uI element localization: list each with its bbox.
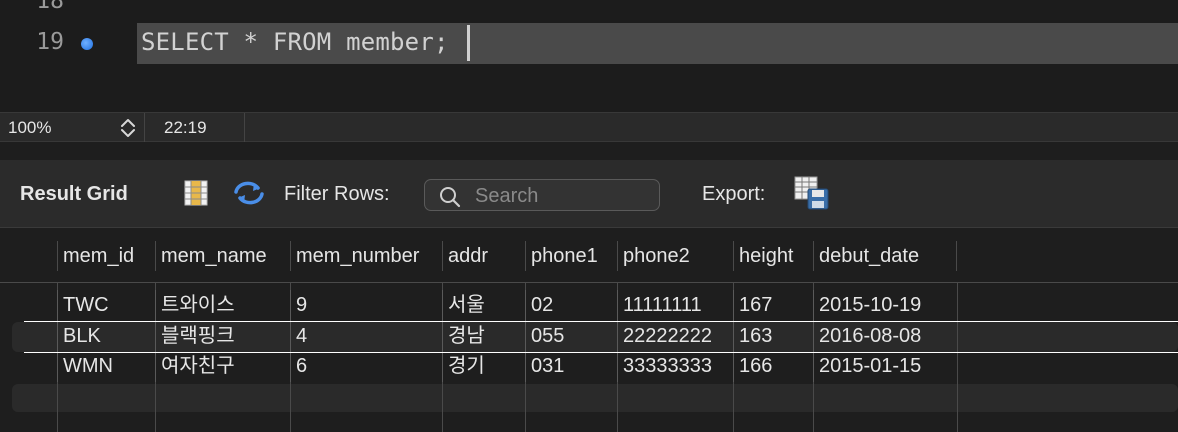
cell-mem-id[interactable]: BLK [57,321,101,352]
code-text: SELECT * FROM member; [141,28,449,56]
cell-phone1[interactable]: 02 [525,290,553,321]
result-grid[interactable]: mem_id mem_name mem_number addr phone1 p… [0,229,1178,432]
cell-addr[interactable]: 경기 [442,351,485,382]
line-number: 19 [36,29,64,55]
cell-phone2[interactable]: 22222222 [617,321,712,352]
cell-phone2[interactable]: 33333333 [617,351,712,382]
column-header-mem-name[interactable]: mem_name [155,241,290,271]
table-row[interactable]: WMN 여자친구 6 경기 031 33333333 166 2015-01-1… [0,351,1178,382]
refresh-icon[interactable] [232,180,266,206]
cell-debut-date[interactable]: 2016-08-08 [813,321,921,352]
cell-mem-number[interactable]: 6 [290,351,307,382]
cell-debut-date[interactable]: 2015-01-15 [813,351,921,382]
column-header-addr[interactable]: addr [442,241,525,271]
cell-height[interactable]: 163 [733,321,772,352]
editor-statusbar: 100% 22:19 [0,112,1178,143]
row-selection-line [24,352,1178,353]
cell-mem-id[interactable]: TWC [57,290,109,321]
row-selection-line [24,321,1178,322]
cell-height[interactable]: 167 [733,290,772,321]
cell-addr[interactable]: 경남 [442,321,485,352]
column-header-height[interactable]: height [733,241,813,271]
result-grid-tab[interactable]: Result Grid [20,183,128,206]
divider [144,113,145,143]
filter-search-box[interactable] [424,179,660,211]
column-header-mem-number[interactable]: mem_number [290,241,442,271]
grid-header: mem_id mem_name mem_number addr phone1 p… [0,229,1178,283]
cell-phone2[interactable]: 11111111 [617,290,702,321]
result-toolbar: Result Grid Filter Rows: Export: [0,160,1178,228]
text-cursor [467,25,470,61]
column-header-phone1[interactable]: phone1 [525,241,617,271]
cell-phone1[interactable]: 055 [525,321,564,352]
cell-addr[interactable]: 서울 [442,290,485,321]
table-row[interactable]: TWC 트와이스 9 서울 02 11111111 167 2015-10-19 [0,290,1178,321]
zoom-stepper-icon[interactable] [118,117,138,139]
sql-editor[interactable]: 18 19 SELECT * FROM member; [0,0,1178,112]
export-label: Export: [702,183,766,205]
cell-height[interactable]: 166 [733,351,772,382]
cell-mem-name[interactable]: 여자친구 [155,351,235,382]
cell-debut-date[interactable]: 2015-10-19 [813,290,921,321]
line-number: 18 [36,0,64,14]
execution-marker-icon[interactable] [81,38,93,50]
zoom-level: 100% [8,118,52,137]
filter-search-input[interactable] [475,184,650,208]
cell-mem-name[interactable]: 블랙핑크 [155,321,235,352]
divider [244,113,245,143]
cell-mem-number[interactable]: 4 [290,321,307,352]
row-band [12,384,1178,412]
export-icon[interactable] [794,176,830,215]
cell-phone1[interactable]: 031 [525,351,564,382]
search-icon [439,186,461,208]
table-row[interactable]: BLK 블랙핑크 4 경남 055 22222222 163 2016-08-0… [0,321,1178,352]
cell-mem-number[interactable]: 9 [290,290,307,321]
filter-rows-label: Filter Rows: [284,183,390,205]
cursor-position: 22:19 [164,118,207,137]
column-header-debut-date[interactable]: debut_date [813,241,957,271]
column-header-phone2[interactable]: phone2 [617,241,733,271]
spacer [0,142,1178,160]
column-header-mem-id[interactable]: mem_id [57,241,155,271]
cell-mem-name[interactable]: 트와이스 [155,290,235,321]
cell-mem-id[interactable]: WMN [57,351,113,382]
grid-view-icon[interactable] [184,180,208,206]
code-line-selected[interactable]: SELECT * FROM member; [137,23,1178,64]
